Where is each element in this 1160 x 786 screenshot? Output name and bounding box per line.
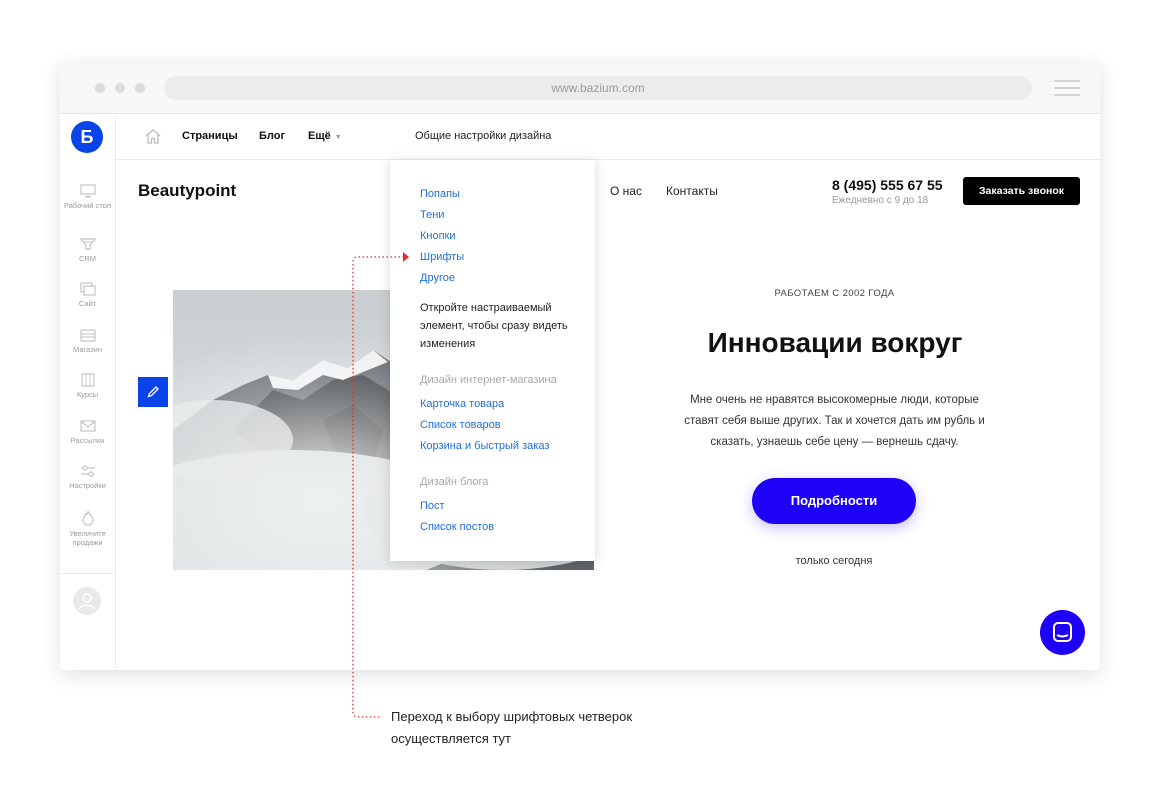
site-icon [79, 282, 96, 296]
site-hours: Ежедневно с 9 до 18 [832, 195, 929, 206]
order-call-button[interactable]: Заказать звонок [963, 177, 1080, 205]
shop-icon [79, 329, 96, 342]
funnel-icon [79, 238, 96, 250]
window-dot[interactable] [135, 83, 145, 93]
hero-title: Инновации вокруг [707, 327, 963, 358]
sidebar-item-label: Рассылки [70, 436, 105, 445]
site-brand[interactable]: Beautypoint [138, 181, 236, 201]
sliders-icon [80, 465, 95, 477]
sidebar-item-label: Рабочий стол [63, 201, 112, 210]
pencil-icon [147, 386, 159, 398]
menu-item-post-list[interactable]: Список постов [420, 521, 494, 534]
hero-eyebrow: РАБОТАЕМ С 2002 ГОДА [774, 288, 895, 299]
menu-item-fonts[interactable]: Шрифты [420, 251, 464, 264]
hero-paragraph: Мне очень не нравятся высокомерные люди,… [684, 394, 985, 448]
app-toolbar: Страницы Блог Ещё ▼ Общие настройки дизай… [116, 114, 1100, 160]
menu-item-popups[interactable]: Попапы [420, 188, 460, 201]
menu-item-other[interactable]: Другое [420, 272, 455, 285]
browser-chrome: www.bazium.com [60, 63, 1100, 114]
mail-icon [79, 420, 96, 432]
sidebar-item-courses[interactable]: Курсы [60, 373, 115, 399]
menu-item-product-list[interactable]: Список товаров [420, 419, 501, 432]
annotation-line-1: Переход к выбору шрифтовых четверок [391, 709, 633, 724]
menu-item-post[interactable]: Пост [420, 500, 445, 513]
sidebar-item-label: Сайт [78, 299, 97, 308]
monitor-icon [79, 184, 96, 198]
nav-link-about[interactable]: О нас [610, 184, 642, 198]
chevron-down-icon: ▼ [334, 134, 342, 141]
sidebar-item-settings[interactable]: Настройки [60, 464, 115, 490]
avatar[interactable] [73, 587, 101, 615]
sidebar-item-boost-sales[interactable]: Увеличите продажи [60, 510, 115, 547]
edit-block-button[interactable] [138, 377, 168, 407]
chat-widget-button[interactable] [1040, 610, 1085, 655]
menu-item-product-card[interactable]: Карточка товара [420, 398, 504, 411]
address-bar[interactable]: www.bazium.com [164, 76, 1032, 100]
annotation-note: Переход к выбору шрифтовых четверок осущ… [391, 706, 632, 750]
sidebar-item-crm[interactable]: CRM [60, 237, 115, 263]
chat-icon [1053, 622, 1072, 642]
sidebar-item-label: Увеличите продажи [69, 529, 106, 547]
sidebar-item-mailings[interactable]: Рассылки [60, 419, 115, 445]
home-icon[interactable] [145, 129, 161, 144]
annotation-line-2: осуществляется тут [391, 731, 512, 746]
courses-icon [80, 373, 95, 387]
browser-menu-icon[interactable] [1054, 80, 1080, 101]
sidebar-item-label: CRM [78, 254, 97, 263]
shop-design-heading: Дизайн интернет-магазина [420, 374, 557, 386]
nav-link-contacts[interactable]: Контакты [666, 184, 718, 198]
menu-item-shadows[interactable]: Тени [420, 209, 444, 222]
toolbar-blog[interactable]: Блог [259, 130, 285, 142]
menu-item-cart[interactable]: Корзина и быстрый заказ [420, 440, 549, 453]
sidebar-item-label: Курсы [76, 390, 99, 399]
site-phone[interactable]: 8 (495) 555 67 55 [832, 177, 943, 193]
app-logo[interactable]: Б [71, 121, 103, 153]
browser-window: www.bazium.com Б Рабочий стол CRM Сайт М… [60, 63, 1100, 670]
user-icon [78, 593, 96, 610]
fire-icon [81, 510, 94, 526]
toolbar-more[interactable]: Ещё ▼ [308, 130, 342, 144]
sidebar-item-label: Магазин [73, 345, 102, 354]
details-button[interactable]: Подробности [752, 478, 916, 524]
design-settings-dropdown: Попапы Тени Кнопки Шрифты Другое Откройт… [390, 160, 595, 561]
toolbar-pages[interactable]: Страницы [182, 130, 238, 142]
app-sidebar: Б Рабочий стол CRM Сайт Магазин Курсы Ра… [60, 114, 116, 670]
window-dot[interactable] [95, 83, 105, 93]
cta-subtext: только сегодня [795, 555, 873, 567]
dropdown-hint: Откройте настраиваемый элемент, чтобы ср… [420, 302, 568, 350]
sidebar-divider [60, 573, 115, 574]
sidebar-item-shop[interactable]: Магазин [60, 328, 115, 354]
sidebar-item-site[interactable]: Сайт [60, 282, 115, 308]
menu-item-buttons[interactable]: Кнопки [420, 230, 456, 243]
window-dot[interactable] [115, 83, 125, 93]
sidebar-item-label: Настройки [69, 481, 106, 490]
blog-design-heading: Дизайн блога [420, 476, 489, 488]
sidebar-item-desktop[interactable]: Рабочий стол [60, 184, 115, 210]
toolbar-design-settings[interactable]: Общие настройки дизайна [415, 130, 551, 142]
toolbar-more-label: Ещё [308, 130, 331, 142]
